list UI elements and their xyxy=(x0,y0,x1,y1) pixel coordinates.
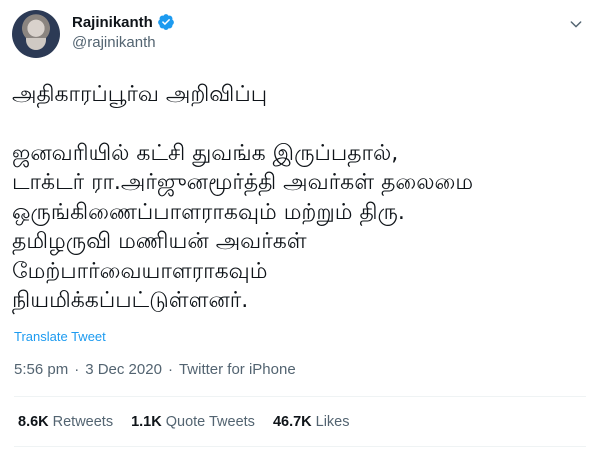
tweet-time[interactable]: 5:56 pm xyxy=(14,361,68,378)
retweets-label: Retweets xyxy=(52,414,114,430)
tweet-paragraph-gap xyxy=(12,110,588,139)
meta-separator: · xyxy=(74,361,80,378)
tweet-line: தமிழருவி மணியன் அவர்கள் xyxy=(12,229,307,254)
tweet-metadata: 5:56 pm · 3 Dec 2020 · Twitter for iPhon… xyxy=(14,361,296,378)
tweet-header: Rajinikanth @rajinikanth xyxy=(12,10,588,58)
chevron-down-icon[interactable] xyxy=(568,16,584,32)
likes-count: 46.7K xyxy=(272,414,312,430)
tweet-line: டாக்டர் ரா.அர்ஜுனமூர்த்தி அவர்கள் தலைமை xyxy=(12,170,474,195)
divider xyxy=(14,446,586,447)
quote-tweets-label: Quote Tweets xyxy=(165,414,255,430)
tweet-line: அதிகாரப்பூர்வ அறிவிப்பு xyxy=(12,82,268,107)
quote-tweets-count: 1.1K xyxy=(131,414,162,430)
retweets-count: 8.6K xyxy=(18,414,49,430)
tweet-date[interactable]: 3 Dec 2020 xyxy=(85,361,162,378)
avatar-beard xyxy=(26,38,46,50)
likes-label: Likes xyxy=(315,414,350,430)
verified-badge-icon xyxy=(157,14,174,30)
meta-separator: · xyxy=(167,361,173,378)
avatar[interactable] xyxy=(12,10,60,58)
engagement-stats: 8.6K Retweets 1.1K Quote Tweets 46.7K Li… xyxy=(18,414,350,430)
quote-tweets-stat[interactable]: 1.1K Quote Tweets xyxy=(131,414,255,430)
tweet-line: ஜனவரியில் கட்சி துவங்க இருப்பதால், xyxy=(12,140,399,166)
author-display-name[interactable]: Rajinikanth xyxy=(72,14,153,31)
author-handle[interactable]: @rajinikanth xyxy=(72,34,175,51)
tweet-source[interactable]: Twitter for iPhone xyxy=(179,361,296,378)
divider xyxy=(14,396,586,397)
tweet-text: அதிகாரப்பூர்வ அறிவிப்பு ஜனவரியில் கட்சி … xyxy=(12,80,588,316)
tweet-line: மேற்பார்வையாளராகவும் xyxy=(12,258,268,284)
likes-stat[interactable]: 46.7K Likes xyxy=(273,414,350,430)
author-block: Rajinikanth @rajinikanth xyxy=(72,13,175,51)
name-row: Rajinikanth xyxy=(72,13,175,31)
tweet-line: ஒருங்கிணைப்பாளராகவும் மற்றும் திரு. xyxy=(12,199,405,225)
translate-tweet-link[interactable]: Translate Tweet xyxy=(14,329,106,344)
tweet-line: நியமிக்கப்பட்டுள்ளனர். xyxy=(12,288,249,313)
retweets-stat[interactable]: 8.6K Retweets xyxy=(18,414,113,430)
